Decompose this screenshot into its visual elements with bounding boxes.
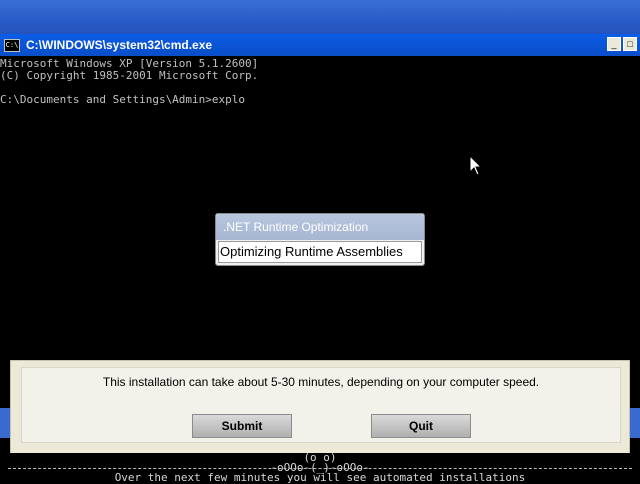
popup-title: .NET Runtime Optimization [216, 214, 424, 240]
background-window-edge [0, 408, 10, 438]
cmd-titlebar[interactable]: C:\ C:\WINDOWS\system32\cmd.exe _ □ [0, 34, 640, 56]
net-optimization-popup: .NET Runtime Optimization Optimizing Run… [215, 213, 425, 266]
console-message: Over the next few minutes you will see a… [114, 471, 526, 484]
cmd-window[interactable]: C:\ C:\WINDOWS\system32\cmd.exe _ □ Micr… [0, 34, 640, 364]
cmd-icon: C:\ [4, 38, 20, 52]
desktop-background [0, 0, 640, 34]
submit-button[interactable]: Submit [192, 414, 292, 438]
maximize-button[interactable]: □ [623, 37, 637, 51]
popup-message: Optimizing Runtime Assemblies [218, 241, 422, 263]
dashed-divider [8, 468, 632, 469]
installer-window[interactable]: This installation can take about 5-30 mi… [10, 360, 630, 455]
background-window-edge [630, 408, 640, 438]
cmd-title: C:\WINDOWS\system32\cmd.exe [26, 38, 213, 52]
minimize-button[interactable]: _ [607, 37, 621, 51]
cmd-console-output[interactable]: Microsoft Windows XP [Version 5.1.2600] … [0, 58, 640, 364]
mouse-pointer-icon [469, 155, 483, 176]
cmd-prompt-line: C:\Documents and Settings\Admin>explo [0, 93, 246, 106]
installation-time-message: This installation can take about 5-30 mi… [102, 375, 540, 389]
background-console: (o o) -oOOo-(_)-oOOo- Over the next few … [0, 452, 640, 484]
quit-button[interactable]: Quit [371, 414, 471, 438]
installer-panel: This installation can take about 5-30 mi… [21, 367, 621, 443]
cmd-line: (C) Copyright 1985-2001 Microsoft Corp. [0, 69, 259, 82]
